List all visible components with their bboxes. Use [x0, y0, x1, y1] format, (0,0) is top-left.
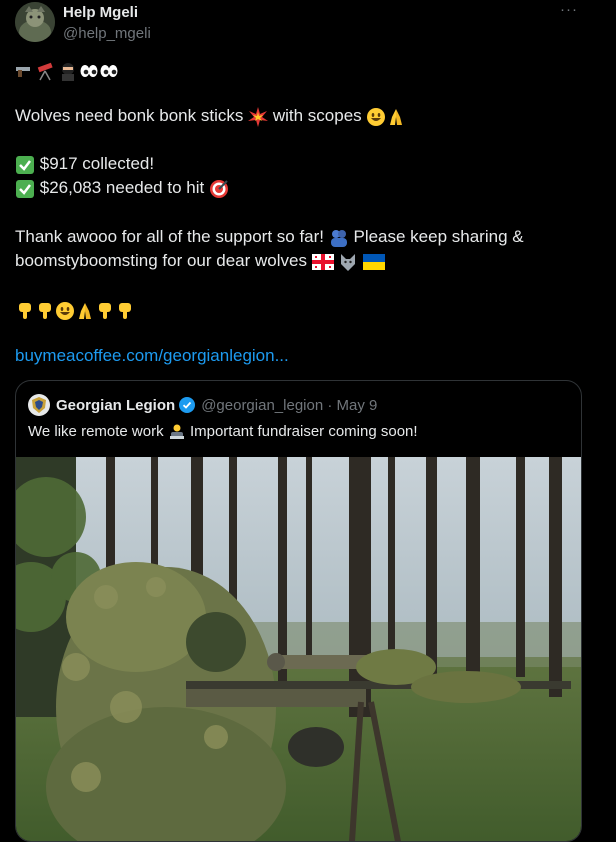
- folded-hands-icon: [79, 302, 91, 319]
- quoted-tweet-text: We like remote work Important fundraiser…: [28, 421, 418, 443]
- wolf-icon: [341, 253, 356, 271]
- tweet-line-needed: $26,083 needed to hit: [15, 176, 229, 200]
- georgia-flag-icon: [311, 253, 334, 270]
- emoji-row: [15, 58, 119, 82]
- more-options-icon[interactable]: ···: [559, 0, 579, 20]
- author-name[interactable]: Help Mgeli: [63, 3, 151, 22]
- tweet-line-wolves: Wolves need bonk bonk sticks with scopes: [15, 104, 406, 128]
- tweet-line-boomsty: boomstyboomsting for our dear wolves: [15, 249, 386, 273]
- tweet-line-thanks: Thank awooo for all of the support so fa…: [15, 225, 524, 249]
- collision-icon: [248, 106, 269, 127]
- quoted-tweet[interactable]: Georgian Legion @georgian_legion · May 9…: [15, 380, 582, 842]
- pointing-down-icon: [119, 302, 131, 319]
- fundraiser-link[interactable]: buymeacoffee.com/georgianlegion...: [15, 344, 289, 368]
- telescope-icon: [37, 62, 53, 80]
- tweet-text: with scopes: [272, 106, 362, 125]
- quoted-author-avatar[interactable]: [28, 394, 50, 416]
- quoted-text: Important fundraiser coming soon!: [189, 423, 418, 440]
- tweet-text: Thank awooo for all of the support so fa…: [15, 227, 325, 246]
- smiley-icon: [367, 107, 386, 126]
- tweet-text: Please keep sharing &: [353, 227, 524, 246]
- pointing-down-icon: [99, 302, 111, 319]
- ninja-icon: [62, 62, 74, 81]
- check-mark-icon: [16, 155, 34, 174]
- tweet-line-collected: $917 collected!: [15, 152, 154, 176]
- pointing-down-icon: [19, 302, 31, 319]
- smiley-icon: [56, 301, 74, 320]
- folded-hands-icon: [390, 108, 403, 125]
- verified-badge-icon: [179, 397, 196, 413]
- check-mark-icon: [16, 179, 34, 198]
- author-handle[interactable]: @help_mgeli: [63, 24, 151, 44]
- emoji-row-pointing: [15, 298, 135, 322]
- tweet-text: Wolves need bonk bonk sticks: [15, 106, 244, 125]
- quoted-text: We like remote work: [28, 423, 164, 440]
- quoted-tweet-header: Georgian Legion @georgian_legion · May 9: [28, 394, 377, 416]
- author-block: Help Mgeli @help_mgeli: [63, 3, 151, 44]
- eyes-icon: [80, 64, 98, 77]
- pistol-icon: [16, 66, 30, 77]
- needed-amount: $26,083 needed to hit: [39, 178, 205, 197]
- quoted-author-handle-date[interactable]: @georgian_legion · May 9: [201, 397, 377, 414]
- ukraine-flag-icon: [363, 253, 386, 270]
- technologist-icon: [169, 424, 184, 440]
- tweet: Help Mgeli @help_mgeli ··· Wolves need b…: [0, 0, 616, 842]
- target-icon: [209, 179, 228, 198]
- tweet-text: boomstyboomsting for our dear wolves: [15, 251, 307, 270]
- quoted-tweet-photo[interactable]: [16, 457, 581, 841]
- author-avatar[interactable]: [15, 2, 55, 42]
- pointing-down-icon: [39, 302, 51, 319]
- eyes-icon: [100, 64, 118, 77]
- quoted-author-name[interactable]: Georgian Legion: [56, 397, 175, 414]
- people-hugging-icon: [330, 229, 347, 247]
- collected-amount: $917 collected!: [39, 154, 155, 173]
